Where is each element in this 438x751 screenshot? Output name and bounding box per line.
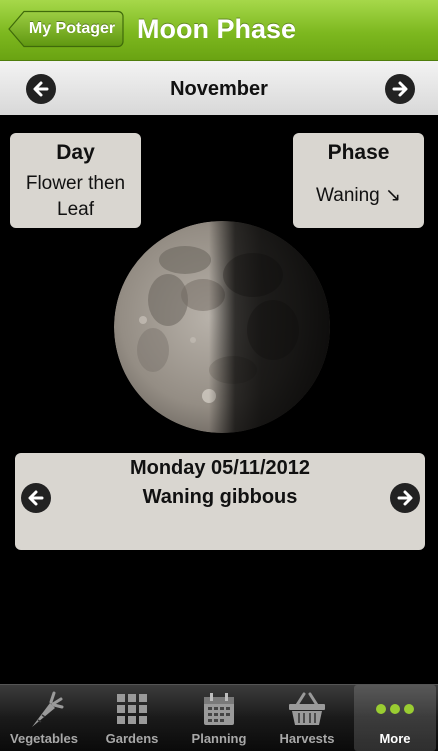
page-title: Moon Phase <box>137 14 297 44</box>
grid-icon <box>117 694 147 724</box>
arrow-right-icon <box>397 490 413 506</box>
navigation-bar: My Potager Moon Phase <box>0 0 438 61</box>
back-button-label: My Potager <box>28 20 116 37</box>
basket-icon <box>289 692 325 725</box>
tab-harvests[interactable]: Harvests <box>262 685 352 751</box>
tab-label: Vegetables <box>10 731 78 746</box>
tab-label: Gardens <box>105 731 159 746</box>
tab-gardens[interactable]: Gardens <box>88 685 176 751</box>
tab-label: More <box>379 731 411 746</box>
date-card: Monday 05/11/2012 Waning gibbous <box>15 453 425 550</box>
tab-planning[interactable]: Planning <box>176 685 262 751</box>
previous-day-button[interactable] <box>21 483 51 513</box>
month-selector: November <box>0 61 438 115</box>
day-card-title: Day <box>56 141 95 164</box>
calendar-icon <box>204 693 234 725</box>
phase-card-title: Phase <box>327 141 390 164</box>
tab-vegetables[interactable]: Vegetables <box>0 685 88 751</box>
carrot-icon <box>32 691 64 727</box>
date-label: Monday 05/11/2012 <box>129 457 311 479</box>
back-button[interactable]: My Potager <box>8 10 124 48</box>
tab-more[interactable]: More <box>354 685 436 751</box>
next-month-button[interactable] <box>385 74 415 104</box>
tab-bar: Vegetables Gardens Planning Harvests Mor… <box>0 684 438 751</box>
moon-image <box>114 221 330 433</box>
phase-card: Phase Waning ↘ <box>293 133 424 228</box>
arrow-right-icon <box>392 81 408 97</box>
phase-name-label: Waning gibbous <box>142 486 298 508</box>
month-label: November <box>170 78 268 100</box>
more-dots-icon <box>376 704 414 714</box>
arrow-left-icon <box>28 490 44 506</box>
next-day-button[interactable] <box>390 483 420 513</box>
day-card-line1: Flower then <box>25 173 126 194</box>
day-card: Day Flower then Leaf <box>10 133 141 228</box>
phase-card-value: Waning ↘ <box>316 185 401 206</box>
tab-label: Planning <box>191 731 247 746</box>
tab-label: Harvests <box>279 731 335 746</box>
